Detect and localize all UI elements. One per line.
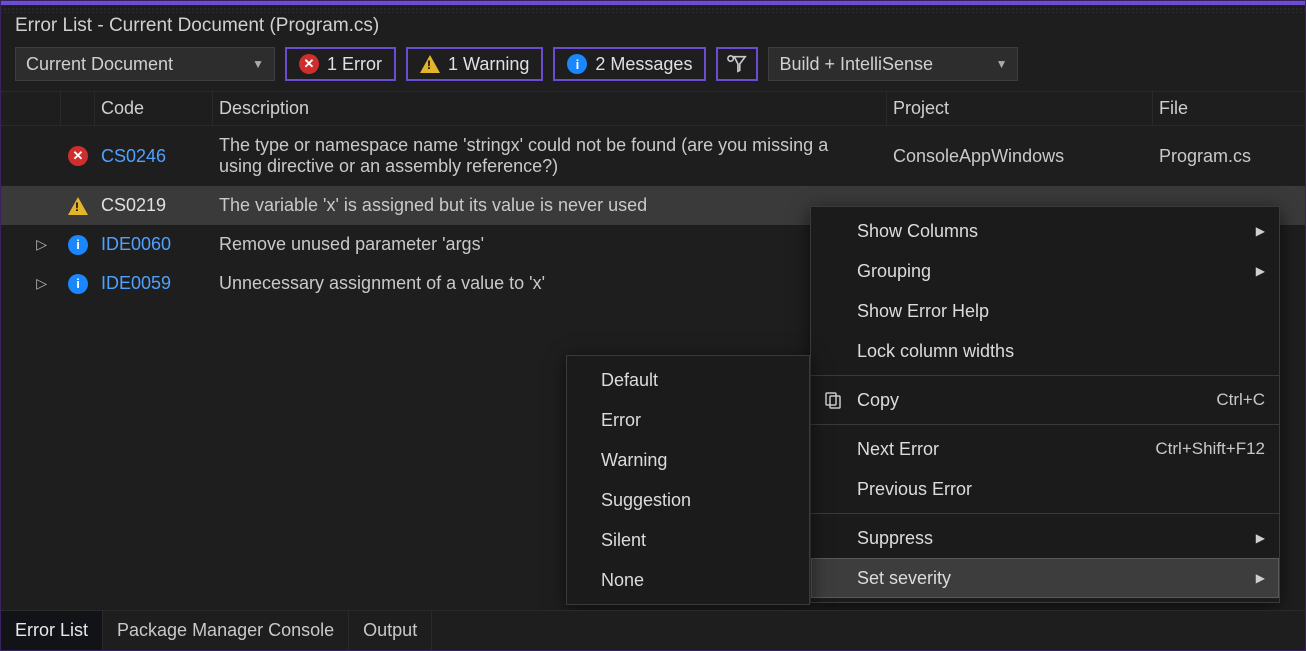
project-cell: ConsoleAppWindows	[887, 141, 1153, 172]
severity-warning-label: Warning	[601, 450, 667, 471]
errors-filter-label: 1 Error	[327, 54, 382, 75]
menu-copy-shortcut: Ctrl+C	[1216, 390, 1265, 410]
menu-previous-error-label: Previous Error	[857, 479, 972, 500]
expand-toggle	[1, 151, 61, 161]
menu-lock-column-widths[interactable]: Lock column widths	[811, 331, 1279, 371]
tab-output[interactable]: Output	[349, 611, 432, 650]
scope-dropdown-label: Current Document	[26, 54, 173, 75]
file-cell: Program.cs	[1153, 141, 1306, 172]
expand-toggle	[1, 201, 61, 211]
menu-previous-error[interactable]: Previous Error	[811, 469, 1279, 509]
info-icon: i	[68, 274, 88, 294]
toolbar: Current Document ▼ ✕ 1 Error 1 Warning i…	[1, 43, 1305, 91]
description-cell: Remove unused parameter 'args'	[213, 229, 887, 260]
info-icon: i	[567, 54, 587, 74]
menu-suppress[interactable]: Suppress ▶	[811, 518, 1279, 558]
menu-show-error-help[interactable]: Show Error Help	[811, 291, 1279, 331]
severity-icon-cell: i	[61, 269, 95, 299]
menu-copy[interactable]: Copy Ctrl+C	[811, 380, 1279, 420]
error-icon: ✕	[299, 54, 319, 74]
column-headers: Code Description Project File	[1, 91, 1305, 126]
code-cell: CS0246	[95, 141, 213, 172]
menu-next-error-label: Next Error	[857, 439, 939, 460]
panel-title: Error List - Current Document (Program.c…	[1, 13, 1305, 43]
copy-icon	[823, 390, 843, 410]
menu-show-columns[interactable]: Show Columns ▶	[811, 211, 1279, 251]
menu-separator	[811, 424, 1279, 425]
menu-show-error-help-label: Show Error Help	[857, 301, 989, 322]
column-header-code[interactable]: Code	[95, 92, 213, 125]
column-header-project[interactable]: Project	[887, 92, 1153, 125]
chevron-down-icon: ▼	[996, 57, 1008, 71]
info-icon: i	[68, 235, 88, 255]
severity-silent-label: Silent	[601, 530, 646, 551]
tab-error-list[interactable]: Error List	[1, 611, 103, 650]
window-grip-row[interactable]	[1, 5, 1305, 13]
menu-grouping[interactable]: Grouping ▶	[811, 251, 1279, 291]
severity-suggestion-label: Suggestion	[601, 490, 691, 511]
menu-grouping-label: Grouping	[857, 261, 931, 282]
menu-show-columns-label: Show Columns	[857, 221, 978, 242]
chevron-right-icon: ▶	[1256, 224, 1265, 238]
severity-none[interactable]: None	[567, 560, 809, 600]
error-icon: ✕	[68, 146, 88, 166]
severity-suggestion[interactable]: Suggestion	[567, 480, 809, 520]
severity-error[interactable]: Error	[567, 400, 809, 440]
menu-copy-label: Copy	[857, 390, 899, 411]
severity-icon-cell	[61, 192, 95, 220]
tab-error-list-label: Error List	[15, 620, 88, 641]
menu-separator	[811, 513, 1279, 514]
filter-icon	[726, 54, 748, 74]
chevron-down-icon: ▼	[252, 57, 264, 71]
column-header-file[interactable]: File	[1153, 92, 1306, 125]
expand-toggle[interactable]: ▷	[1, 270, 61, 297]
chevron-right-icon: ▶	[1256, 264, 1265, 278]
menu-next-error-shortcut: Ctrl+Shift+F12	[1155, 439, 1265, 459]
tab-package-manager-console[interactable]: Package Manager Console	[103, 611, 349, 650]
filter-button[interactable]	[716, 47, 758, 81]
severity-none-label: None	[601, 570, 644, 591]
tab-output-label: Output	[363, 620, 417, 641]
severity-default-label: Default	[601, 370, 658, 391]
errors-filter-button[interactable]: ✕ 1 Error	[285, 47, 396, 81]
severity-warning[interactable]: Warning	[567, 440, 809, 480]
severity-silent[interactable]: Silent	[567, 520, 809, 560]
scope-dropdown[interactable]: Current Document ▼	[15, 47, 275, 81]
severity-icon-cell: ✕	[61, 141, 95, 171]
column-header-expand[interactable]	[1, 92, 61, 125]
menu-separator	[811, 375, 1279, 376]
menu-next-error[interactable]: Next Error Ctrl+Shift+F12	[811, 429, 1279, 469]
messages-filter-label: 2 Messages	[595, 54, 692, 75]
severity-icon-cell: i	[61, 230, 95, 260]
code-cell: CS0219	[95, 190, 213, 221]
table-row[interactable]: ✕ CS0246The type or namespace name 'strin…	[1, 126, 1305, 186]
source-dropdown-label: Build + IntelliSense	[779, 54, 933, 75]
description-cell: The type or namespace name 'stringx' cou…	[213, 130, 887, 182]
context-menu: Show Columns ▶ Grouping ▶ Show Error Hel…	[810, 206, 1280, 603]
messages-filter-button[interactable]: i 2 Messages	[553, 47, 706, 81]
column-header-severity[interactable]	[61, 92, 95, 125]
warning-icon	[68, 197, 88, 215]
expand-toggle[interactable]: ▷	[1, 231, 61, 258]
warning-icon	[420, 55, 440, 73]
menu-set-severity[interactable]: Set severity ▶	[811, 558, 1279, 598]
severity-default[interactable]: Default	[567, 360, 809, 400]
code-cell: IDE0059	[95, 268, 213, 299]
menu-lock-column-widths-label: Lock column widths	[857, 341, 1014, 362]
chevron-right-icon: ▶	[1256, 531, 1265, 545]
menu-set-severity-label: Set severity	[857, 568, 951, 589]
code-cell: IDE0060	[95, 229, 213, 260]
chevron-right-icon: ▶	[1256, 571, 1265, 585]
menu-suppress-label: Suppress	[857, 528, 933, 549]
column-header-description[interactable]: Description	[213, 92, 887, 125]
severity-submenu: Default Error Warning Suggestion Silent …	[566, 355, 810, 605]
severity-error-label: Error	[601, 410, 641, 431]
bottom-tabs: Error List Package Manager Console Outpu…	[1, 610, 1305, 650]
description-cell: The variable 'x' is assigned but its val…	[213, 190, 887, 221]
source-dropdown[interactable]: Build + IntelliSense ▼	[768, 47, 1018, 81]
tab-pmc-label: Package Manager Console	[117, 620, 334, 641]
description-cell: Unnecessary assignment of a value to 'x'	[213, 268, 887, 299]
warnings-filter-button[interactable]: 1 Warning	[406, 47, 543, 81]
warnings-filter-label: 1 Warning	[448, 54, 529, 75]
